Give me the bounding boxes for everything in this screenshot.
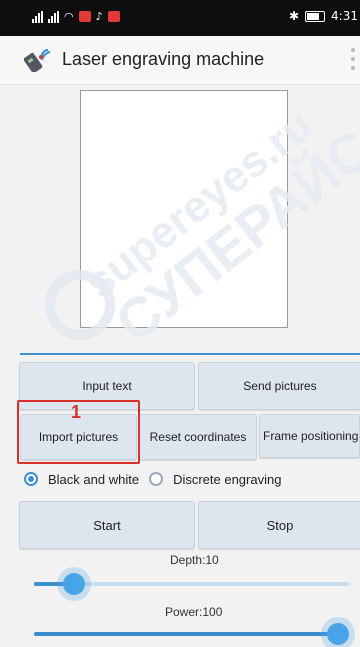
start-button[interactable]: Start: [19, 501, 195, 549]
power-slider[interactable]: [34, 623, 349, 645]
notification-icon: [78, 11, 91, 22]
power-label: Power:100: [165, 605, 223, 619]
depth-slider-thumb[interactable]: [63, 573, 86, 595]
action-bar: Laser engraving machine: [0, 36, 360, 85]
reset-coordinates-button[interactable]: Reset coordinates: [139, 414, 257, 460]
discrete-engraving-radio[interactable]: [149, 472, 164, 486]
discrete-engraving-label[interactable]: Discrete engraving: [173, 472, 281, 487]
input-text-button[interactable]: Input text: [19, 362, 195, 410]
signal-icon-2: [48, 10, 59, 23]
power-slider-fill: [34, 632, 338, 636]
app-notification-icon: [107, 11, 120, 22]
mode-radio-group: Black and white Discrete engraving: [24, 468, 281, 490]
progress-line: [20, 353, 360, 355]
power-slider-thumb[interactable]: [327, 623, 349, 645]
frame-positioning-button[interactable]: Frame positioning: [259, 414, 360, 458]
overflow-menu-icon[interactable]: [350, 48, 356, 70]
wifi-icon: ◠: [64, 10, 74, 23]
bluetooth-icon: ✱: [288, 9, 300, 23]
black-and-white-label[interactable]: Black and white: [48, 472, 139, 487]
app-icon: [24, 49, 51, 72]
tiktok-icon: ♪: [95, 10, 103, 23]
app-title: Laser engraving machine: [62, 49, 265, 69]
battery-icon: [305, 10, 326, 22]
image-preview-canvas: [80, 90, 288, 328]
stop-button[interactable]: Stop: [198, 501, 360, 549]
status-icons-left: ◠ ♪: [32, 10, 120, 23]
annotation-number: 1: [71, 402, 82, 422]
send-pictures-button[interactable]: Send pictures: [198, 362, 360, 410]
signal-icon: [32, 10, 43, 23]
depth-label: Depth:10: [170, 553, 219, 567]
status-icons-right: ✱ 4:31: [289, 9, 358, 23]
status-time: 4:31: [331, 9, 358, 23]
status-bar: ◠ ♪ ✱ 4:31: [0, 0, 360, 36]
depth-slider[interactable]: [34, 573, 349, 595]
black-and-white-radio[interactable]: [24, 472, 38, 486]
